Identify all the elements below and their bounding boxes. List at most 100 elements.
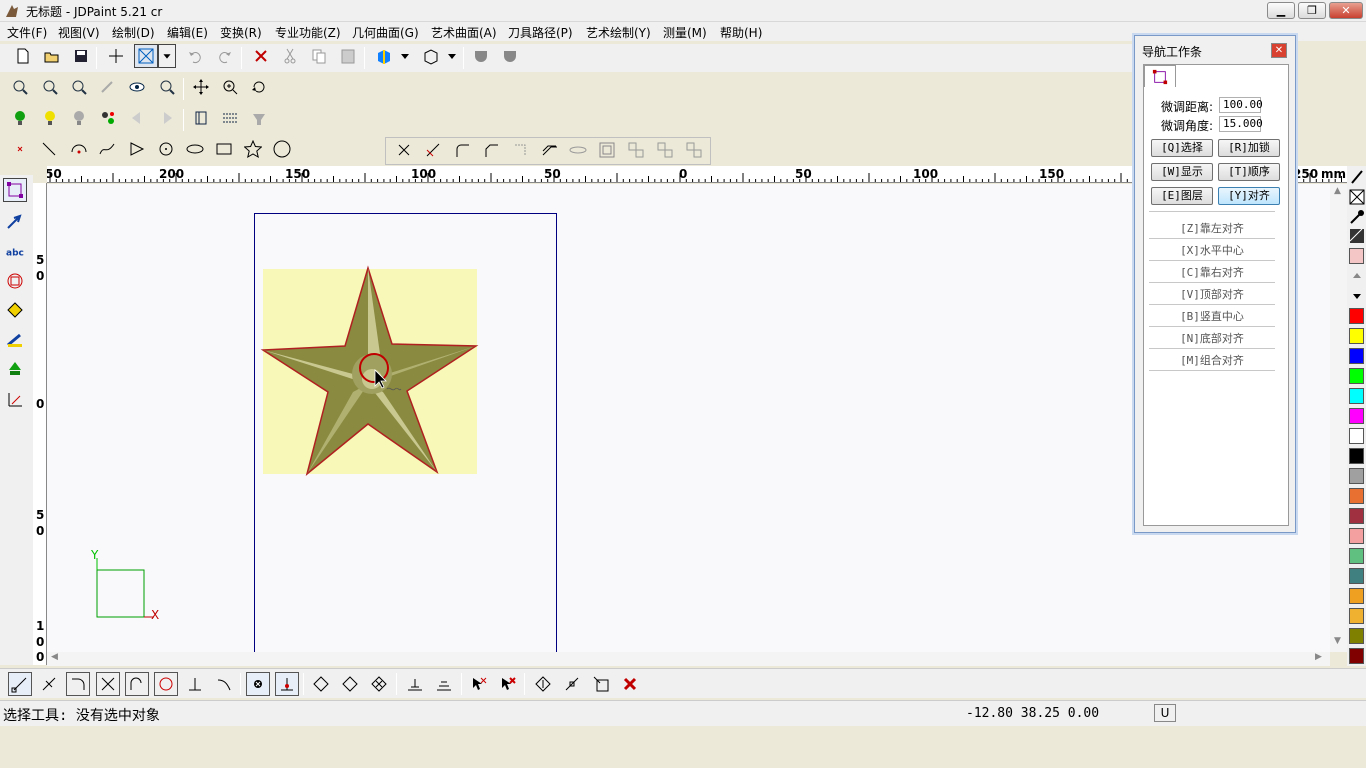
nav-panel-close-button[interactable]: ✕: [1271, 43, 1287, 58]
select-tool-icon[interactable]: [3, 178, 27, 202]
menu-professional[interactable]: 专业功能(Z): [275, 24, 341, 41]
shield-right-icon[interactable]: [498, 44, 522, 68]
minimize-button[interactable]: ▁: [1267, 2, 1295, 19]
fine-angle-input[interactable]: 15.000: [1219, 116, 1263, 132]
open-file-button[interactable]: [40, 44, 64, 68]
corner-icon[interactable]: [508, 138, 532, 162]
delete-button[interactable]: [249, 44, 273, 68]
align-vcenter-item[interactable]: [B]竖直中心: [1149, 307, 1275, 327]
mirror-h-icon[interactable]: [309, 672, 333, 696]
chamfer-icon[interactable]: [479, 138, 503, 162]
menu-view[interactable]: 视图(V): [58, 24, 100, 41]
no-fill-icon[interactable]: [1347, 188, 1366, 206]
material-left-icon[interactable]: [125, 106, 149, 130]
menu-file[interactable]: 文件(F): [7, 24, 47, 41]
copy-button[interactable]: [307, 44, 331, 68]
menu-geometry-surface[interactable]: 几何曲面(G): [352, 24, 419, 41]
trim-icon[interactable]: [392, 138, 416, 162]
relief-tool-icon[interactable]: [3, 357, 27, 381]
color-swatch[interactable]: [1349, 248, 1364, 264]
text-tool-icon[interactable]: abc: [3, 240, 27, 264]
polygon-tool-icon[interactable]: [3, 269, 27, 293]
cancel-icon[interactable]: [618, 672, 642, 696]
zoom-out-icon[interactable]: [38, 75, 62, 99]
zoom-in-icon[interactable]: [67, 75, 91, 99]
snap-perpendicular-icon[interactable]: [183, 672, 207, 696]
render-icon[interactable]: [247, 106, 271, 130]
align-top-item[interactable]: [V]顶部对齐: [1149, 285, 1275, 305]
snap-grid-icon[interactable]: [246, 672, 270, 696]
scroll-right-icon[interactable]: ▶: [1315, 652, 1322, 662]
align-button[interactable]: [Y]对齐: [1218, 187, 1280, 205]
snap-circle-icon[interactable]: [154, 672, 178, 696]
color-swatch[interactable]: [1349, 568, 1364, 584]
color-swatch[interactable]: [1349, 528, 1364, 544]
menu-draw[interactable]: 绘制(D): [112, 24, 155, 41]
node-icon[interactable]: [560, 672, 584, 696]
offset-curve-icon[interactable]: [537, 138, 561, 162]
view-dropdown-button[interactable]: [396, 44, 414, 68]
color-swatch[interactable]: [1349, 368, 1364, 384]
mirror-both-icon[interactable]: [367, 672, 391, 696]
zoom-all-icon[interactable]: [155, 75, 179, 99]
align-left-item[interactable]: [Z]靠左对齐: [1149, 219, 1275, 239]
order-button[interactable]: [T]顺序: [1218, 163, 1280, 181]
scroll-up-icon[interactable]: ▲: [1334, 186, 1341, 196]
pan-icon[interactable]: [189, 75, 213, 99]
ellipse-flat-icon[interactable]: [566, 138, 590, 162]
color-swatch[interactable]: [1349, 348, 1364, 364]
color-swatch[interactable]: [1349, 588, 1364, 604]
polyline-icon[interactable]: [125, 137, 149, 161]
menu-edit[interactable]: 编辑(E): [167, 24, 208, 41]
light-multi-icon[interactable]: [96, 106, 120, 130]
view-3d-button[interactable]: [372, 44, 396, 68]
scroll-down-icon[interactable]: ▼: [1334, 636, 1341, 646]
select-button[interactable]: [Q]选择: [1151, 139, 1213, 157]
mirror-v-icon[interactable]: [338, 672, 362, 696]
menu-art-draw[interactable]: 艺术绘制(Y): [586, 24, 651, 41]
measure-tool-icon[interactable]: [3, 387, 27, 411]
align-group-item[interactable]: [M]组合对齐: [1149, 351, 1275, 371]
paint-tool-icon[interactable]: [3, 328, 27, 352]
box-dropdown-button[interactable]: [443, 44, 461, 68]
light-green-icon[interactable]: [8, 106, 32, 130]
cut-button[interactable]: [278, 44, 302, 68]
group-icon[interactable]: [624, 138, 648, 162]
save-button[interactable]: [69, 44, 93, 68]
fine-distance-input[interactable]: 100.00: [1219, 97, 1263, 113]
snap-nearest-icon[interactable]: [212, 672, 236, 696]
pattern-icon[interactable]: [1347, 227, 1366, 245]
circle-center-icon[interactable]: [154, 137, 178, 161]
node-edit-icon[interactable]: [3, 209, 27, 233]
box-view-button[interactable]: [419, 44, 443, 68]
snap-cross-button[interactable]: [104, 44, 128, 68]
nav-tab-select[interactable]: [1144, 65, 1176, 87]
color-swatch[interactable]: [1349, 648, 1364, 664]
spline-icon[interactable]: [95, 137, 119, 161]
color-swatch[interactable]: [1349, 308, 1364, 324]
pointer-remove-icon[interactable]: [496, 672, 520, 696]
color-swatch[interactable]: [1349, 408, 1364, 424]
pointer-delete-icon[interactable]: [467, 672, 491, 696]
align-bottom-item[interactable]: [N]底部对齐: [1149, 329, 1275, 349]
circle-icon[interactable]: [270, 137, 294, 161]
align-hcenter-item[interactable]: [X]水平中心: [1149, 241, 1275, 261]
combine-icon[interactable]: [682, 138, 706, 162]
layer-button[interactable]: [E]图层: [1151, 187, 1213, 205]
color-swatch[interactable]: [1349, 548, 1364, 564]
point-icon[interactable]: [8, 137, 32, 161]
layers-icon[interactable]: [189, 106, 213, 130]
stack-icon[interactable]: [432, 672, 456, 696]
color-swatch[interactable]: [1349, 388, 1364, 404]
display-button[interactable]: [W]显示: [1151, 163, 1213, 181]
redo-button[interactable]: [213, 44, 237, 68]
layer-move-icon[interactable]: [589, 672, 613, 696]
snap-arc-icon[interactable]: [66, 672, 90, 696]
align-right-item[interactable]: [C]靠右对齐: [1149, 263, 1275, 283]
close-button[interactable]: ✕: [1329, 2, 1363, 19]
light-gray-icon[interactable]: [67, 106, 91, 130]
select-dropdown-button[interactable]: [158, 44, 176, 68]
menu-measure[interactable]: 测量(M): [663, 24, 707, 41]
fillet-icon[interactable]: [450, 138, 474, 162]
light-yellow-icon[interactable]: [38, 106, 62, 130]
